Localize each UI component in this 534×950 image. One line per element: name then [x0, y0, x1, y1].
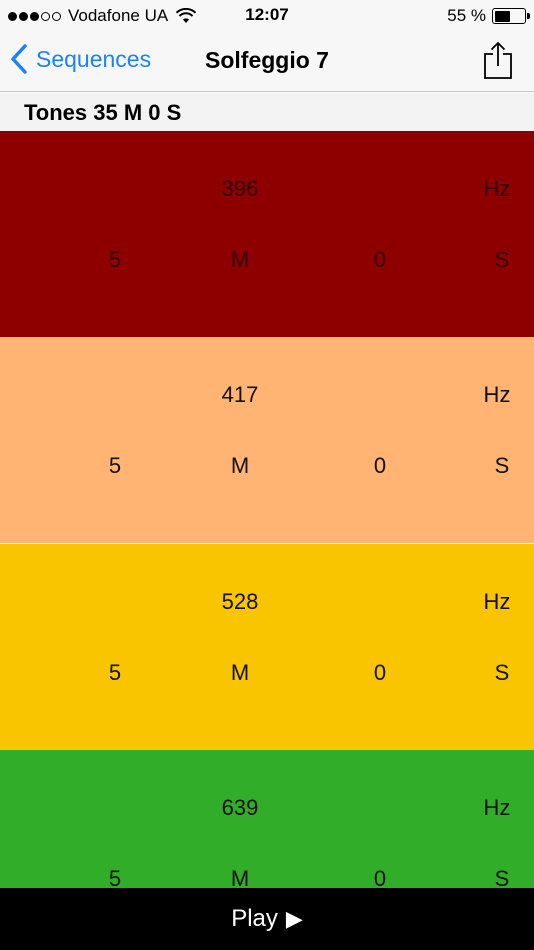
total-duration-label: Tones 35 M 0 S [24, 100, 182, 125]
battery-icon [492, 8, 530, 24]
summary-bar: Tones 35 M 0 S [0, 93, 534, 131]
seconds-unit: S [494, 660, 510, 685]
chevron-left-icon [11, 44, 27, 74]
seconds-unit: S [494, 453, 510, 478]
tone-row[interactable]: 396 Hz 5 M 0 S [0, 131, 534, 337]
signal-dot [52, 11, 61, 21]
battery-cap [527, 13, 530, 19]
tone-seconds: 0 [373, 660, 387, 685]
signal-dot [8, 11, 17, 21]
tone-row[interactable]: 417 Hz 5 M 0 S [0, 337, 534, 543]
tone-row[interactable]: 639 Hz 5 M 0 S [0, 750, 534, 888]
frequency-unit: Hz [483, 382, 511, 407]
signal-strength-icon [8, 11, 63, 21]
minutes-unit: M [230, 453, 250, 478]
wifi-icon [176, 8, 197, 23]
status-bar: Vodafone UA 12:07 55 % [0, 0, 534, 32]
status-left: Vodafone UA [8, 6, 197, 26]
tone-frequency: 639 [221, 795, 259, 820]
signal-dot [30, 11, 39, 21]
play-button-label: Play [231, 905, 278, 932]
back-button-label: Sequences [36, 45, 152, 72]
share-icon[interactable] [482, 40, 514, 80]
minutes-unit: M [230, 247, 250, 272]
tone-minutes: 5 [108, 247, 122, 272]
tone-seconds: 0 [373, 866, 387, 888]
navigation-bar: Sequences Solfeggio 7 [0, 32, 534, 92]
battery-percent: 55 % [447, 6, 486, 25]
tone-frequency: 417 [221, 382, 259, 407]
tone-seconds: 0 [373, 247, 387, 272]
play-icon: ▶ [285, 906, 303, 931]
tone-minutes: 5 [108, 660, 122, 685]
frequency-unit: Hz [483, 589, 511, 614]
minutes-unit: M [230, 660, 250, 685]
battery-fill [494, 10, 511, 22]
tone-frequency: 528 [221, 589, 259, 614]
seconds-unit: S [494, 866, 510, 888]
frequency-unit: Hz [483, 795, 511, 820]
signal-dot [19, 11, 28, 21]
seconds-unit: S [494, 247, 510, 272]
back-button[interactable]: Sequences [10, 44, 151, 74]
tone-minutes: 5 [108, 866, 122, 888]
tone-frequency: 396 [221, 176, 259, 201]
tone-seconds: 0 [373, 453, 387, 478]
tone-list[interactable]: 396 Hz 5 M 0 S 417 Hz 5 M 0 S 528 Hz 5 M… [0, 131, 534, 888]
minutes-unit: M [230, 866, 250, 888]
play-button[interactable]: Play ▶ [0, 888, 534, 950]
status-right: 55 % [447, 6, 530, 26]
tone-minutes: 5 [108, 453, 122, 478]
signal-dot [41, 11, 50, 21]
frequency-unit: Hz [483, 176, 511, 201]
carrier-name: Vodafone UA [68, 6, 169, 25]
tone-row[interactable]: 528 Hz 5 M 0 S [0, 544, 534, 750]
